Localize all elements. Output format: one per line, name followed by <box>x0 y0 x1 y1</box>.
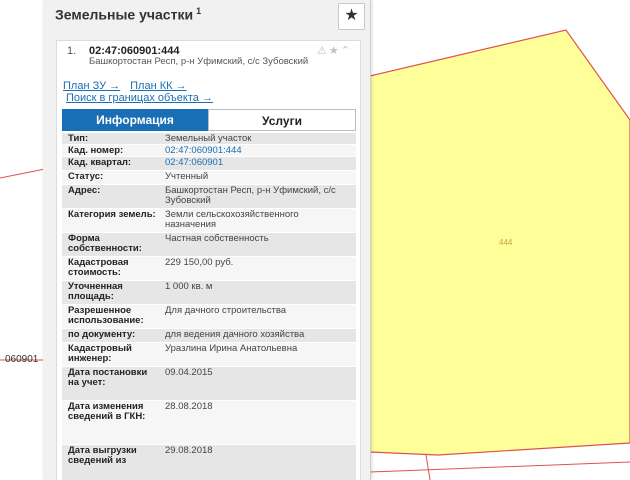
info-value: 09.04.2015 <box>165 367 213 378</box>
info-label: Статус: <box>68 171 104 182</box>
info-value: 1 000 кв. м <box>165 281 213 292</box>
result-number: 1. <box>67 45 77 57</box>
info-value: для ведения дачного хозяйства <box>165 329 305 340</box>
info-value: Башкортостан Респ, р-н Уфимский, с/с Зуб… <box>165 185 336 206</box>
info-value: Учтенный <box>165 171 209 182</box>
info-row: Статус: Учтенный <box>62 171 356 185</box>
info-row: Дата выгрузки сведений из 29.08.2018 <box>62 445 356 480</box>
info-label: Уточненная площадь: <box>68 281 123 302</box>
land-plots-panel: Земельные участки 1 ★ 1. 02:47:060901:444… <box>43 0 371 480</box>
info-value: Земельный участок <box>165 133 252 144</box>
info-row: Адрес: Башкортостан Респ, р-н Уфимский, с… <box>62 185 356 209</box>
plan-zu-link[interactable]: План ЗУ → <box>63 80 120 92</box>
star-icon: ★ <box>344 7 359 24</box>
info-value[interactable]: 02:47:060901:444 <box>165 146 350 156</box>
info-value: 28.08.2018 <box>165 401 213 412</box>
info-row: Кад. квартал: 02:47:060901 <box>62 157 356 171</box>
info-row: Кадастровая стоимость: 229 150,00 руб. <box>62 257 356 281</box>
info-value: 29.08.2018 <box>165 445 213 456</box>
info-row: Разрешенное использование: Для дачного ст… <box>62 305 356 329</box>
info-label: Категория земель: <box>68 209 156 220</box>
result-card: 1. 02:47:060901:444 ⚠★⌃ Башкортостан Рес… <box>56 40 361 480</box>
search-in-bounds-link[interactable]: Поиск в границах объекта → <box>66 92 213 104</box>
result-count: 1 <box>196 6 202 16</box>
info-value: Земли сельскохозяйственного назначения <box>165 209 299 230</box>
info-label: Кад. номер: <box>68 145 124 156</box>
info-row: Тип: Земельный участок <box>62 133 356 145</box>
info-row: Кад. номер: 02:47:060901:444 <box>62 145 356 157</box>
panel-title: Земельные участки 1 <box>55 6 202 23</box>
info-row: Дата изменения сведений в ГКН: 28.08.2018 <box>62 401 356 445</box>
links-row: План ЗУ → План КК →Поиск в границах объек… <box>63 80 353 104</box>
item-address: Башкортостан Респ, р-н Уфимский, с/с Зуб… <box>89 56 309 67</box>
info-label: Дата изменения сведений в ГКН: <box>68 401 146 422</box>
info-label: Разрешенное использование: <box>68 305 144 326</box>
tab-services[interactable]: Услуги <box>208 109 356 131</box>
info-value: Для дачного строительства <box>165 305 287 316</box>
info-row: Форма собственности: Частная собственност… <box>62 233 356 257</box>
info-label: по документу: <box>68 329 136 340</box>
info-label: Тип: <box>68 133 89 144</box>
parcel-label: 444 <box>499 238 513 247</box>
info-value: 229 150,00 руб. <box>165 257 234 268</box>
tab-information[interactable]: Информация <box>62 109 208 131</box>
info-label: Дата выгрузки сведений из <box>68 445 137 466</box>
info-row: Дата постановки на учет: 09.04.2015 <box>62 367 356 401</box>
plan-kk-link[interactable]: План КК → <box>130 80 186 92</box>
quarter-label: 060901 <box>5 354 39 365</box>
info-row: Категория земель: Земли сельскохозяйствен… <box>62 209 356 233</box>
info-label: Кадастровый инженер: <box>68 343 132 364</box>
tabs: Информация Услуги <box>62 109 356 131</box>
info-label: Кад. квартал: <box>68 157 132 168</box>
info-row: Кадастровый инженер: Уразлина Ирина Анато… <box>62 343 356 367</box>
info-row: Уточненная площадь: 1 000 кв. м <box>62 281 356 305</box>
info-table: Тип: Земельный участок Кад. номер: 02:47:06… <box>62 133 356 480</box>
info-value: Уразлина Ирина Анатольевна <box>165 343 298 354</box>
info-value[interactable]: 02:47:060901 <box>165 158 350 168</box>
info-label: Кадастровая стоимость: <box>68 257 129 278</box>
info-row: по документу: для ведения дачного хозяйст… <box>62 329 356 343</box>
warning-star-collapse-icons[interactable]: ⚠★⌃ <box>317 44 352 57</box>
info-value: Частная собственность <box>165 233 269 244</box>
favorite-button[interactable]: ★ <box>338 3 365 30</box>
info-label: Дата постановки на учет: <box>68 367 148 388</box>
panel-header: Земельные участки 1 ★ <box>43 0 370 32</box>
info-label: Адрес: <box>68 185 101 196</box>
info-label: Форма собственности: <box>68 233 142 254</box>
